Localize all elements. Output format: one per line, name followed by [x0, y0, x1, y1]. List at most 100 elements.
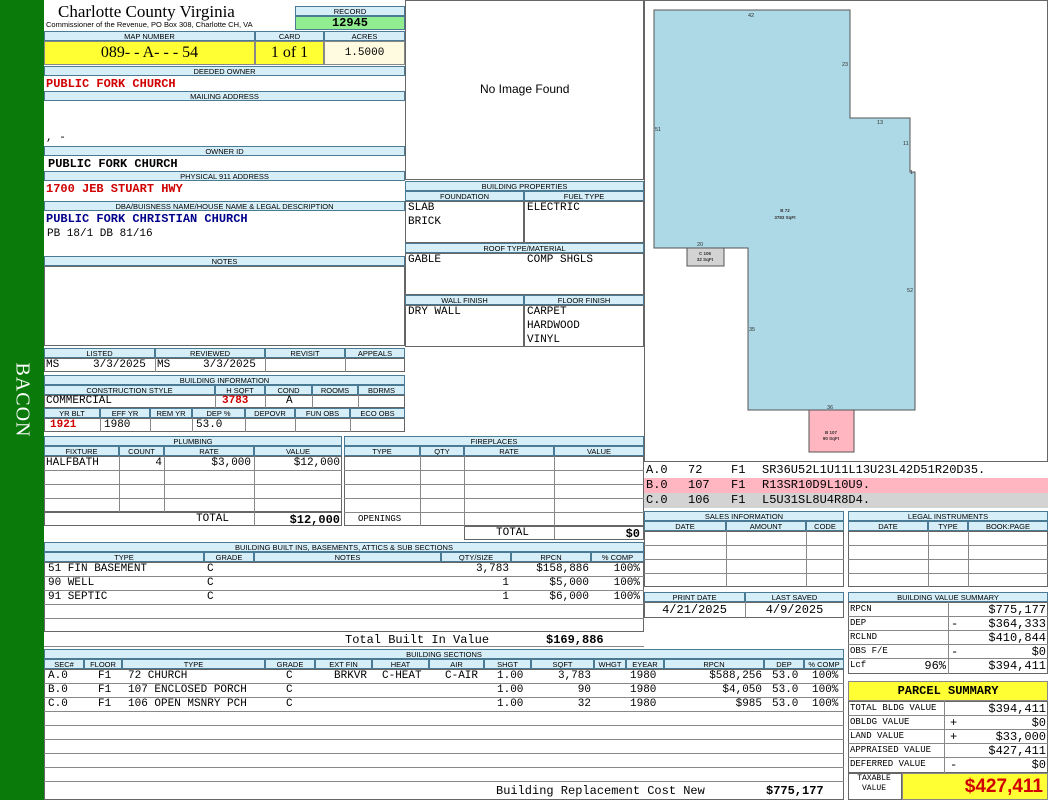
fireplace-total: $0: [625, 527, 640, 541]
sec-col: FLOOR: [84, 659, 122, 669]
ps-deferred-label: DEFERRED VALUE: [850, 759, 926, 769]
fireplace-col-qty: QTY: [420, 446, 464, 456]
sales-col-date: DATE: [644, 521, 726, 531]
builtins-col-qty: QTY/SIZE: [441, 552, 511, 562]
vs-rpcn: $775,177: [988, 603, 1046, 617]
owner-id-header: OWNER ID: [44, 146, 405, 156]
vs-lcf-label: Lcf: [850, 660, 867, 670]
listed-by: MS: [46, 359, 60, 371]
sec-num: C.0: [48, 698, 68, 710]
ps-deferred: $0: [1031, 758, 1046, 772]
plumbing-count: 4: [155, 457, 162, 469]
deeded-owner: PUBLIC FORK CHURCH: [46, 77, 176, 91]
legal-col-date: DATE: [848, 521, 928, 531]
sec-num: A.0: [48, 670, 68, 682]
sec-comp: 100%: [812, 698, 839, 710]
sec-floor: F1: [98, 670, 112, 682]
bdrms-label: BDRMS: [358, 385, 405, 395]
dep-label: DEP %: [192, 408, 245, 418]
builtin-rpcn: $6,000: [549, 591, 589, 603]
reviewed-header: REVIEWED: [155, 348, 265, 358]
no-image-message: No Image Found: [480, 82, 570, 96]
sec-col: GRADE: [265, 659, 315, 669]
ps-land-label: LAND VALUE: [850, 731, 905, 741]
ps-appraised: $427,411: [988, 744, 1046, 758]
fireplace-col-value: VALUE: [554, 446, 644, 456]
roof-material: COMP SHGLS: [527, 254, 594, 266]
rooms-label: ROOMS: [312, 385, 358, 395]
builtin-comp: 100%: [613, 591, 640, 603]
county-title: Charlotte County Virginia: [58, 2, 235, 21]
sec-eyear: 1980: [630, 684, 657, 696]
sec-eyear: 1980: [630, 698, 657, 710]
vs-dep-label: DEP: [850, 618, 867, 628]
sec-col: RPCN: [664, 659, 764, 669]
sec-col: EXT FIN: [315, 659, 372, 669]
funobs-label: FUN OBS: [295, 408, 350, 418]
plumbing-total: $12,000: [289, 513, 340, 527]
sec-shgt: 1.00: [497, 698, 524, 710]
sec-col: HEAT: [372, 659, 429, 669]
sketch-code-text: SR36U52L1U11L13U23L42D51R20D35.: [762, 463, 986, 477]
effective-year: 1980: [104, 419, 131, 431]
print-date-header: PRINT DATE: [644, 592, 745, 602]
sec-col: SEC#: [44, 659, 84, 669]
sec-grade: C: [286, 670, 293, 682]
revisit-header: REVISIT: [265, 348, 345, 358]
sketch-code-sec: C.0: [646, 493, 668, 507]
reviewed-date: 3/3/2025: [203, 359, 256, 371]
sketch-dim-label: 23: [842, 62, 848, 68]
sec-col: SHGT: [484, 659, 531, 669]
builtins-col-comp: % COMP: [591, 552, 644, 562]
sec-grade: C: [286, 684, 293, 696]
building-info-header: BUILDING INFORMATION: [44, 375, 405, 385]
plumbing-col-value: VALUE: [254, 446, 342, 456]
sec-col: % COMP: [804, 659, 844, 669]
sec-shgt: 1.00: [497, 684, 524, 696]
vs-obs-label: OBS F/E: [850, 646, 888, 656]
sketch-dim-label: 20: [697, 242, 703, 248]
yrblt-label: YR BLT: [44, 408, 100, 418]
deeded-owner-header: DEEDED OWNER: [44, 66, 405, 76]
listed-date: 3/3/2025: [93, 359, 146, 371]
sec-type: 72 CHURCH: [128, 670, 188, 682]
plumbing-rate: $3,000: [211, 457, 251, 469]
mailing-address-header: MAILING ADDRESS: [44, 91, 405, 101]
sketch-porch-label: B 107: [825, 430, 838, 435]
notes-box: [44, 266, 405, 346]
cond-label: COND: [265, 385, 312, 395]
fuel-value: ELECTRIC: [527, 202, 580, 214]
sec-col: SQFT: [531, 659, 594, 669]
vs-rpcn-label: RPCN: [850, 604, 872, 614]
sec-comp: 100%: [812, 684, 839, 696]
dba-legal-header: DBA/BUISNESS NAME/HOUSE NAME & LEGAL DES…: [44, 201, 405, 211]
sec-type: 106 OPEN MSNRY PCH: [128, 698, 247, 710]
building-properties-header: BUILDING PROPERTIES: [405, 181, 644, 191]
plumbing-total-label: TOTAL: [196, 513, 230, 525]
depovr-label: DEPOVR: [245, 408, 295, 418]
sketch-code-type: 72: [688, 463, 703, 477]
sales-col-code: CODE: [806, 521, 844, 531]
ps-appraised-label: APPRAISED VALUE: [850, 745, 932, 755]
sketch-dim-label: 36: [827, 405, 833, 411]
sec-col: AIR: [429, 659, 484, 669]
depreciation-pct: 53.0: [196, 419, 223, 431]
sec-comp: 100%: [812, 670, 839, 682]
builtins-total: $169,886: [546, 633, 604, 647]
plumbing-col-fixture: FIXTURE: [44, 446, 119, 456]
built-ins-header: BUILDING BUILT INS, BASEMENTS, ATTICS & …: [44, 542, 644, 552]
acres-header: ACRES: [324, 31, 405, 41]
sketch-stoop-area: 32 SqFt: [697, 257, 714, 262]
wall-finish-label: WALL FINISH: [405, 295, 524, 305]
builtin-type: 91 SEPTIC: [48, 591, 108, 603]
builtin-qty: 3,783: [475, 563, 509, 575]
sec-col: WHGT: [594, 659, 626, 669]
builtin-rpcn: $5,000: [549, 577, 589, 589]
builtin-rpcn: $158,886: [536, 563, 589, 575]
sketch-code-floor: F1: [731, 493, 746, 507]
remyr-label: REM YR: [150, 408, 192, 418]
sketch-dim-label: 52: [907, 288, 913, 294]
builtin-grade: C: [207, 577, 214, 589]
physical-address-header: PHYSICAL 911 ADDRESS: [44, 171, 405, 181]
sec-air: C-AIR: [445, 670, 479, 682]
